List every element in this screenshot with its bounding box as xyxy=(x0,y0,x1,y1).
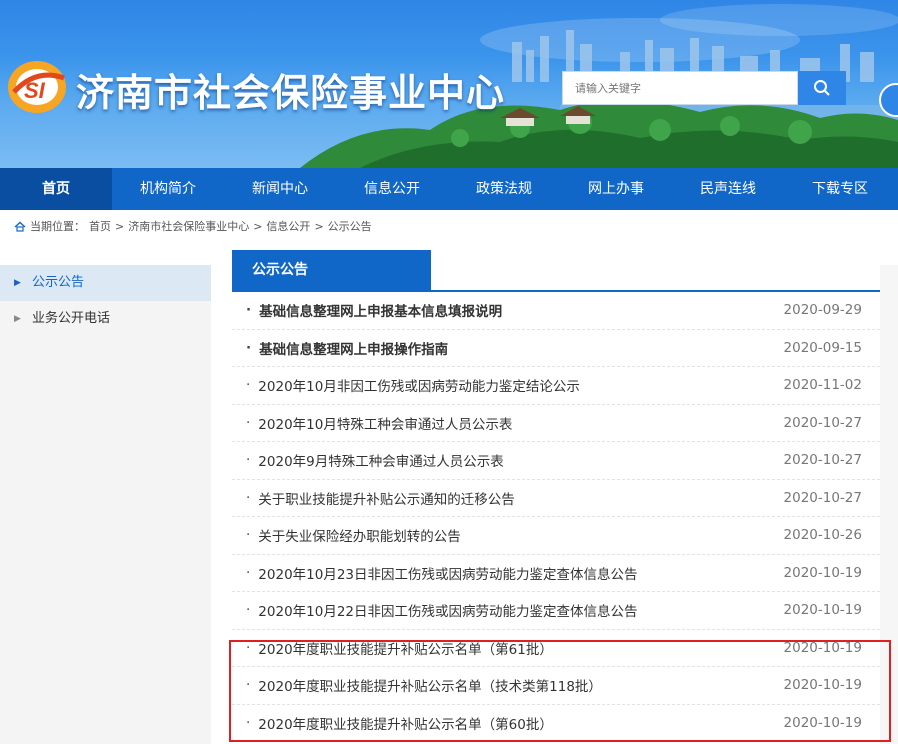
list-item-title-wrap: · 2020年度职业技能提升补贴公示名单（第61批） xyxy=(246,638,553,658)
search-icon xyxy=(814,80,830,96)
search-button[interactable] xyxy=(798,71,846,105)
list-item-title[interactable]: 2020年度职业技能提升补贴公示名单（第61批） xyxy=(258,638,553,658)
list-item-date: 2020-10-19 xyxy=(783,602,862,619)
list-item-title-wrap: · 关于职业技能提升补贴公示通知的迁移公告 xyxy=(246,488,515,508)
list-item-title[interactable]: 基础信息整理网上申报操作指南 xyxy=(259,338,448,358)
list-item-title[interactable]: 基础信息整理网上申报基本信息填报说明 xyxy=(259,300,502,320)
list-item-title-wrap: · 2020年10月非因工伤残或因病劳动能力鉴定结论公示 xyxy=(246,375,580,395)
list-item-title-wrap: · 2020年度职业技能提升补贴公示名单（技术类第118批） xyxy=(246,675,602,695)
breadcrumb-separator: > xyxy=(253,219,263,233)
bullet-icon: · xyxy=(246,564,251,581)
list-item[interactable]: · 关于失业保险经办职能划转的公告 2020-10-26 xyxy=(232,517,880,555)
list-item-date: 2020-09-15 xyxy=(783,339,862,356)
list-item-date: 2020-10-27 xyxy=(783,489,862,506)
list-item-date: 2020-09-29 xyxy=(783,302,862,319)
caret-right-icon: ▶ xyxy=(14,314,21,324)
sidebar-item-label: 业务公开电话 xyxy=(32,311,111,326)
list-item[interactable]: · 基础信息整理网上申报操作指南 2020-09-15 xyxy=(232,330,880,367)
search-box xyxy=(562,71,798,105)
header-banner: SI 济南市社会保险事业中心 xyxy=(0,0,898,168)
list-item-date: 2020-10-19 xyxy=(783,639,862,656)
bullet-icon: · xyxy=(246,639,251,656)
announcement-list: · 基础信息整理网上申报基本信息填报说明 2020-09-29 · 基础信息整理网上… xyxy=(232,292,880,742)
list-item-title[interactable]: 2020年10月特殊工种会审通过人员公示表 xyxy=(258,413,512,433)
list-item[interactable]: · 基础信息整理网上申报基本信息填报说明 2020-09-29 xyxy=(232,292,880,330)
bullet-icon: · xyxy=(246,602,251,619)
list-item-title[interactable]: 关于职业技能提升补贴公示通知的迁移公告 xyxy=(258,488,515,508)
list-item-title-wrap: · 关于失业保险经办职能划转的公告 xyxy=(246,525,461,545)
breadcrumb-info[interactable]: 信息公开 xyxy=(266,218,310,234)
bullet-icon: · xyxy=(246,377,251,394)
sidebar-item-phone[interactable]: ▶ 业务公开电话 xyxy=(0,301,211,337)
list-item[interactable]: · 2020年10月特殊工种会审通过人员公示表 2020-10-27 xyxy=(232,405,880,442)
site-title: 济南市社会保险事业中心 xyxy=(76,71,506,115)
list-item-title-wrap: · 2020年10月22日非因工伤残或因病劳动能力鉴定查体信息公告 xyxy=(246,600,638,620)
nav-item-policy[interactable]: 政策法规 xyxy=(448,168,560,210)
bullet-icon: · xyxy=(246,452,251,469)
breadcrumb: 当期位置： 首页 > 济南市社会保险事业中心 > 信息公开 > 公示公告 xyxy=(14,218,372,234)
si-logo-icon: SI xyxy=(8,61,66,113)
list-item[interactable]: · 2020年10月23日非因工伤残或因病劳动能力鉴定查体信息公告 2020-10… xyxy=(232,555,880,592)
list-item-date: 2020-10-27 xyxy=(783,452,862,469)
nav-item-news[interactable]: 新闻中心 xyxy=(224,168,336,210)
list-item-title-wrap: · 2020年度职业技能提升补贴公示名单（第60批） xyxy=(246,713,553,733)
bullet-icon: · xyxy=(246,414,251,431)
list-item-title[interactable]: 2020年度职业技能提升补贴公示名单（技术类第118批） xyxy=(258,675,602,695)
list-item[interactable]: · 2020年度职业技能提升补贴公示名单（第61批） 2020-10-19 xyxy=(232,630,880,667)
list-item-title[interactable]: 2020年9月特殊工种会审通过人员公示表 xyxy=(258,450,503,470)
logo-text: SI xyxy=(24,78,46,103)
bullet-icon: · xyxy=(246,489,251,506)
breadcrumb-home[interactable]: 首页 xyxy=(89,218,111,234)
bullet-icon: · xyxy=(246,339,252,356)
list-item-title-wrap: · 基础信息整理网上申报基本信息填报说明 xyxy=(246,300,502,320)
caret-right-icon: ▶ xyxy=(14,278,21,288)
bullet-icon: · xyxy=(246,527,251,544)
list-item-date: 2020-10-19 xyxy=(783,564,862,581)
list-item-title-wrap: · 基础信息整理网上申报操作指南 xyxy=(246,338,448,358)
home-icon xyxy=(14,221,26,232)
list-item[interactable]: · 关于职业技能提升补贴公示通知的迁移公告 2020-10-27 xyxy=(232,480,880,517)
list-item-title[interactable]: 2020年10月23日非因工伤残或因病劳动能力鉴定查体信息公告 xyxy=(258,563,637,583)
breadcrumb-separator: > xyxy=(115,219,125,233)
list-item-title[interactable]: 关于失业保险经办职能划转的公告 xyxy=(258,525,461,545)
list-item-date: 2020-10-19 xyxy=(783,714,862,731)
list-item-date: 2020-10-27 xyxy=(783,414,862,431)
nav-item-online-service[interactable]: 网上办事 xyxy=(560,168,672,210)
bullet-icon: · xyxy=(246,677,251,694)
search-input[interactable] xyxy=(573,72,797,104)
breadcrumb-center[interactable]: 济南市社会保险事业中心 xyxy=(128,218,249,234)
list-item-date: 2020-10-19 xyxy=(783,677,862,694)
sidebar: ▶ 公示公告 ▶ 业务公开电话 xyxy=(0,265,211,744)
list-item[interactable]: · 2020年9月特殊工种会审通过人员公示表 2020-10-27 xyxy=(232,442,880,480)
list-item-title[interactable]: 2020年10月22日非因工伤残或因病劳动能力鉴定查体信息公告 xyxy=(258,600,637,620)
nav-item-home[interactable]: 首页 xyxy=(0,168,112,210)
breadcrumb-separator: > xyxy=(314,219,324,233)
right-gutter xyxy=(880,265,898,744)
sidebar-item-label: 公示公告 xyxy=(32,275,85,290)
panel-title: 公示公告 xyxy=(232,250,431,290)
list-item-title[interactable]: 2020年度职业技能提升补贴公示名单（第60批） xyxy=(258,713,553,733)
bullet-icon: · xyxy=(246,302,252,319)
nav-item-about[interactable]: 机构简介 xyxy=(112,168,224,210)
list-item-title[interactable]: 2020年10月非因工伤残或因病劳动能力鉴定结论公示 xyxy=(258,375,580,395)
list-item[interactable]: · 2020年10月22日非因工伤残或因病劳动能力鉴定查体信息公告 2020-10… xyxy=(232,592,880,630)
main-nav: 首页 机构简介 新闻中心 信息公开 政策法规 网上办事 民声连线 下载专区 xyxy=(0,168,898,210)
sidebar-item-announcements[interactable]: ▶ 公示公告 xyxy=(0,265,211,301)
list-item-date: 2020-10-26 xyxy=(783,527,862,544)
list-item-title-wrap: · 2020年9月特殊工种会审通过人员公示表 xyxy=(246,450,504,470)
list-item-title-wrap: · 2020年10月23日非因工伤残或因病劳动能力鉴定查体信息公告 xyxy=(246,563,638,583)
nav-item-info[interactable]: 信息公开 xyxy=(336,168,448,210)
list-item[interactable]: · 2020年度职业技能提升补贴公示名单（第60批） 2020-10-19 xyxy=(232,705,880,742)
list-item-title-wrap: · 2020年10月特殊工种会审通过人员公示表 xyxy=(246,413,512,433)
nav-item-download[interactable]: 下载专区 xyxy=(784,168,896,210)
bullet-icon: · xyxy=(246,714,251,731)
breadcrumb-current: 公示公告 xyxy=(327,220,372,233)
nav-item-public-voice[interactable]: 民声连线 xyxy=(672,168,784,210)
list-item[interactable]: · 2020年10月非因工伤残或因病劳动能力鉴定结论公示 2020-11-02 xyxy=(232,367,880,405)
list-item-date: 2020-11-02 xyxy=(783,377,862,394)
list-item[interactable]: · 2020年度职业技能提升补贴公示名单（技术类第118批） 2020-10-19 xyxy=(232,667,880,705)
breadcrumb-prefix: 当期位置： xyxy=(30,220,85,233)
